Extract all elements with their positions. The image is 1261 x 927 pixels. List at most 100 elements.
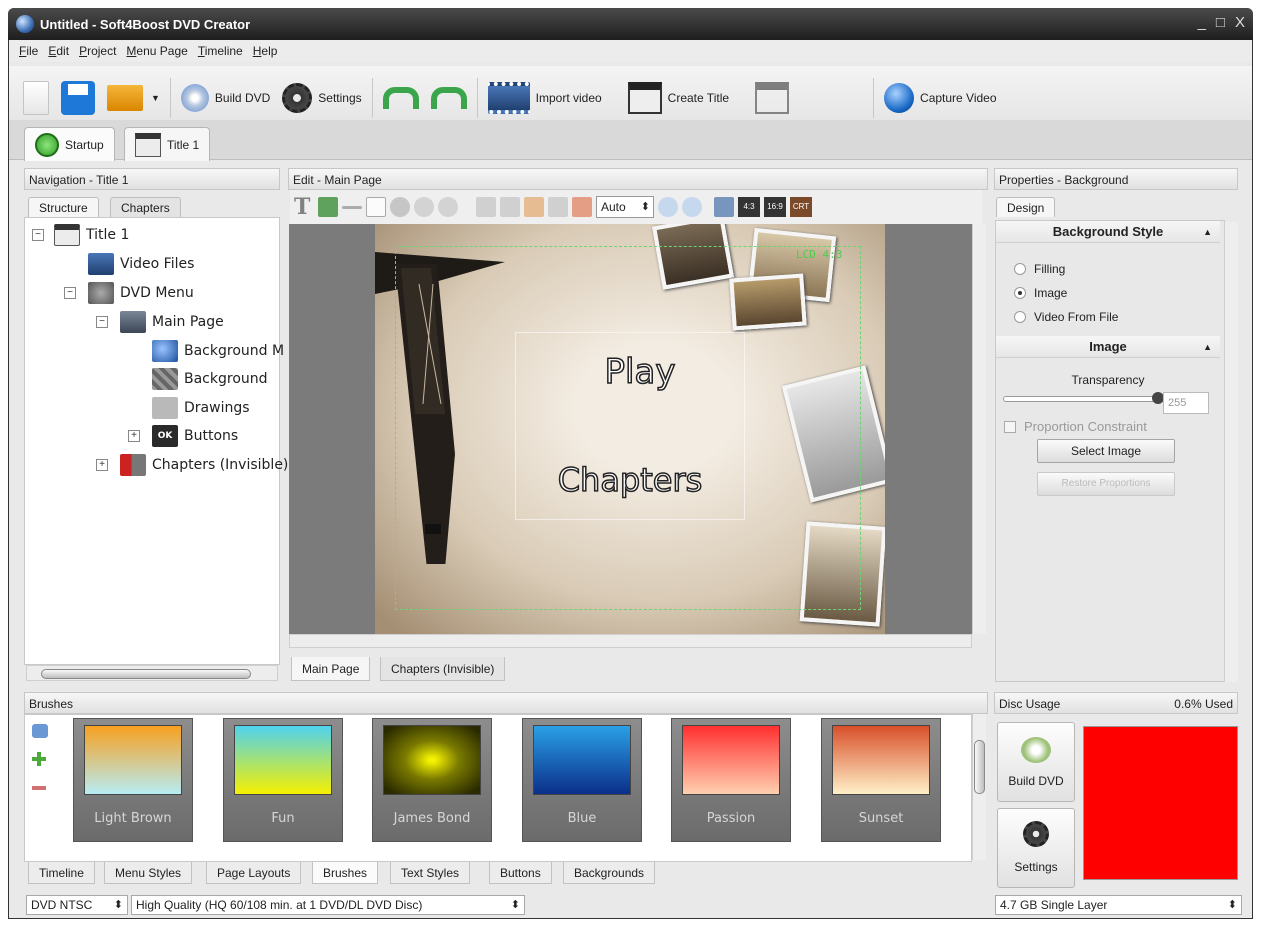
build-dvd-side-button[interactable]: Build DVD — [997, 722, 1075, 802]
settings-button[interactable]: Settings — [276, 74, 367, 122]
undo-button[interactable] — [377, 74, 425, 122]
build-dvd-button[interactable]: Build DVD — [175, 74, 276, 122]
save-project-button[interactable] — [55, 74, 101, 122]
arc-tool-icon[interactable] — [438, 197, 458, 217]
menu-file[interactable]: File — [19, 44, 38, 58]
scroll-thumb[interactable] — [974, 740, 985, 794]
brushes-scrollbar[interactable] — [972, 714, 986, 860]
collapse-icon[interactable]: − — [32, 229, 44, 241]
pie-tool-icon[interactable] — [414, 197, 434, 217]
option-image[interactable]: Image — [1014, 286, 1067, 300]
capture-video-button[interactable]: Capture Video — [878, 74, 1003, 122]
radio-filling[interactable] — [1014, 263, 1026, 275]
scroll-thumb[interactable] — [41, 669, 251, 679]
radio-image[interactable] — [1014, 287, 1026, 299]
collapse-icon[interactable]: − — [96, 316, 108, 328]
select-image-button[interactable]: Select Image — [1037, 439, 1175, 463]
arrange-icon[interactable] — [548, 197, 568, 217]
brush-card[interactable]: Fun — [223, 718, 343, 842]
tab-startup[interactable]: Startup — [24, 127, 115, 161]
text-tool-icon[interactable]: T — [294, 196, 314, 218]
tab-brushes[interactable]: Brushes — [312, 862, 379, 884]
brush-card[interactable]: Passion — [671, 718, 791, 842]
brush-card[interactable]: Light Brown — [73, 718, 193, 842]
ratio-4-3-button[interactable]: 4:3 — [738, 197, 760, 217]
zoom-out-icon[interactable] — [682, 197, 702, 217]
option-filling[interactable]: Filling — [1014, 262, 1065, 276]
tree-item-background-music[interactable]: Background M — [152, 338, 284, 364]
dropdown-arrow-icon[interactable]: ▼ — [151, 93, 160, 103]
tab-chapters-invisible[interactable]: Chapters (Invisible) — [380, 657, 506, 681]
monitor-icon[interactable] — [714, 197, 734, 217]
minimize-button[interactable]: _ — [1198, 14, 1206, 31]
tab-structure[interactable]: Structure — [28, 197, 99, 217]
image-section-header[interactable]: Image ▲ — [996, 336, 1220, 358]
tab-menu-styles[interactable]: Menu Styles — [104, 862, 193, 884]
tab-page-layouts[interactable]: Page Layouts — [206, 862, 302, 884]
settings-side-button[interactable]: Settings — [997, 808, 1075, 888]
tree-item-main-page[interactable]: Main Page — [120, 309, 224, 335]
brush-card[interactable]: James Bond — [372, 718, 492, 842]
maximize-button[interactable]: □ — [1216, 14, 1225, 31]
paste-icon[interactable] — [524, 197, 544, 217]
menu-project[interactable]: Project — [79, 44, 116, 58]
ellipse-tool-icon[interactable] — [390, 197, 410, 217]
ratio-16-9-button[interactable]: 16:9 — [764, 197, 786, 217]
navigation-horizontal-scrollbar[interactable] — [26, 665, 278, 681]
properties-scrollbar[interactable] — [1224, 222, 1238, 682]
option-video-from-file[interactable]: Video From File — [1014, 310, 1118, 324]
tab-buttons[interactable]: Buttons — [489, 862, 552, 884]
close-button[interactable]: X — [1235, 14, 1245, 31]
import-video-button[interactable]: Import video — [482, 74, 608, 122]
menu-menu-page[interactable]: Menu Page — [126, 44, 187, 58]
add-brush-icon[interactable] — [32, 752, 46, 766]
remove-brush-icon[interactable] — [32, 786, 46, 790]
menu-chapters-button[interactable]: Chapters — [540, 460, 720, 500]
tree-item-dvd-menu[interactable]: DVD Menu — [88, 280, 194, 306]
tab-chapters[interactable]: Chapters — [110, 197, 181, 217]
new-project-button[interactable] — [17, 74, 55, 122]
crt-button[interactable]: CRT — [790, 197, 812, 217]
canvas-vertical-scrollbar[interactable] — [972, 224, 986, 634]
collapse-icon[interactable]: − — [64, 287, 76, 299]
line-tool-icon[interactable] — [342, 205, 362, 209]
zoom-select[interactable]: Auto — [596, 196, 654, 218]
canvas-horizontal-scrollbar[interactable] — [289, 634, 972, 648]
tree-item-background[interactable]: Background — [152, 366, 268, 392]
image-tool-icon[interactable] — [318, 197, 338, 217]
collapse-arrow-icon[interactable]: ▲ — [1203, 221, 1212, 243]
create-title-button[interactable]: Create Title — [622, 74, 735, 122]
restore-proportions-button[interactable]: Restore Proportions — [1037, 472, 1175, 496]
align-icon[interactable] — [572, 197, 592, 217]
tab-main-page[interactable]: Main Page — [291, 657, 371, 681]
menu-timeline[interactable]: Timeline — [198, 44, 243, 58]
collapse-arrow-icon[interactable]: ▲ — [1203, 336, 1212, 358]
menu-edit[interactable]: Edit — [48, 44, 69, 58]
delete-title-button[interactable] — [749, 74, 869, 122]
video-format-select[interactable]: DVD NTSC — [26, 895, 128, 915]
proportion-checkbox[interactable] — [1004, 420, 1016, 433]
quality-select[interactable]: High Quality (HQ 60/108 min. at 1 DVD/DL… — [131, 895, 525, 915]
expand-icon[interactable]: + — [128, 430, 140, 442]
tree-item-chapters-invisible[interactable]: Chapters (Invisible) — [120, 452, 288, 478]
tab-timeline[interactable]: Timeline — [28, 862, 95, 884]
zoom-in-icon[interactable] — [658, 197, 678, 217]
menu-play-button[interactable]: Play — [560, 351, 720, 393]
tab-title-1[interactable]: Title 1 — [124, 127, 211, 161]
tab-backgrounds[interactable]: Backgrounds — [563, 862, 656, 884]
transparency-value[interactable]: 255 — [1163, 392, 1209, 414]
brush-card[interactable]: Sunset — [821, 718, 941, 842]
brush-card[interactable]: Blue — [522, 718, 642, 842]
expand-icon[interactable]: + — [96, 459, 108, 471]
proportion-constraint[interactable]: Proportion Constraint — [1004, 419, 1147, 434]
tree-item-video-files[interactable]: Video Files — [88, 251, 194, 277]
import-brush-icon[interactable] — [32, 724, 48, 738]
rectangle-tool-icon[interactable] — [366, 197, 386, 217]
open-project-button[interactable]: ▼ — [101, 74, 166, 122]
menu-help[interactable]: Help — [253, 44, 278, 58]
radio-video-from-file[interactable] — [1014, 311, 1026, 323]
tab-text-styles[interactable]: Text Styles — [390, 862, 471, 884]
disc-type-select[interactable]: 4.7 GB Single Layer — [995, 895, 1242, 915]
tree-item-buttons[interactable]: OK Buttons — [152, 423, 238, 449]
tab-design[interactable]: Design — [996, 197, 1056, 217]
